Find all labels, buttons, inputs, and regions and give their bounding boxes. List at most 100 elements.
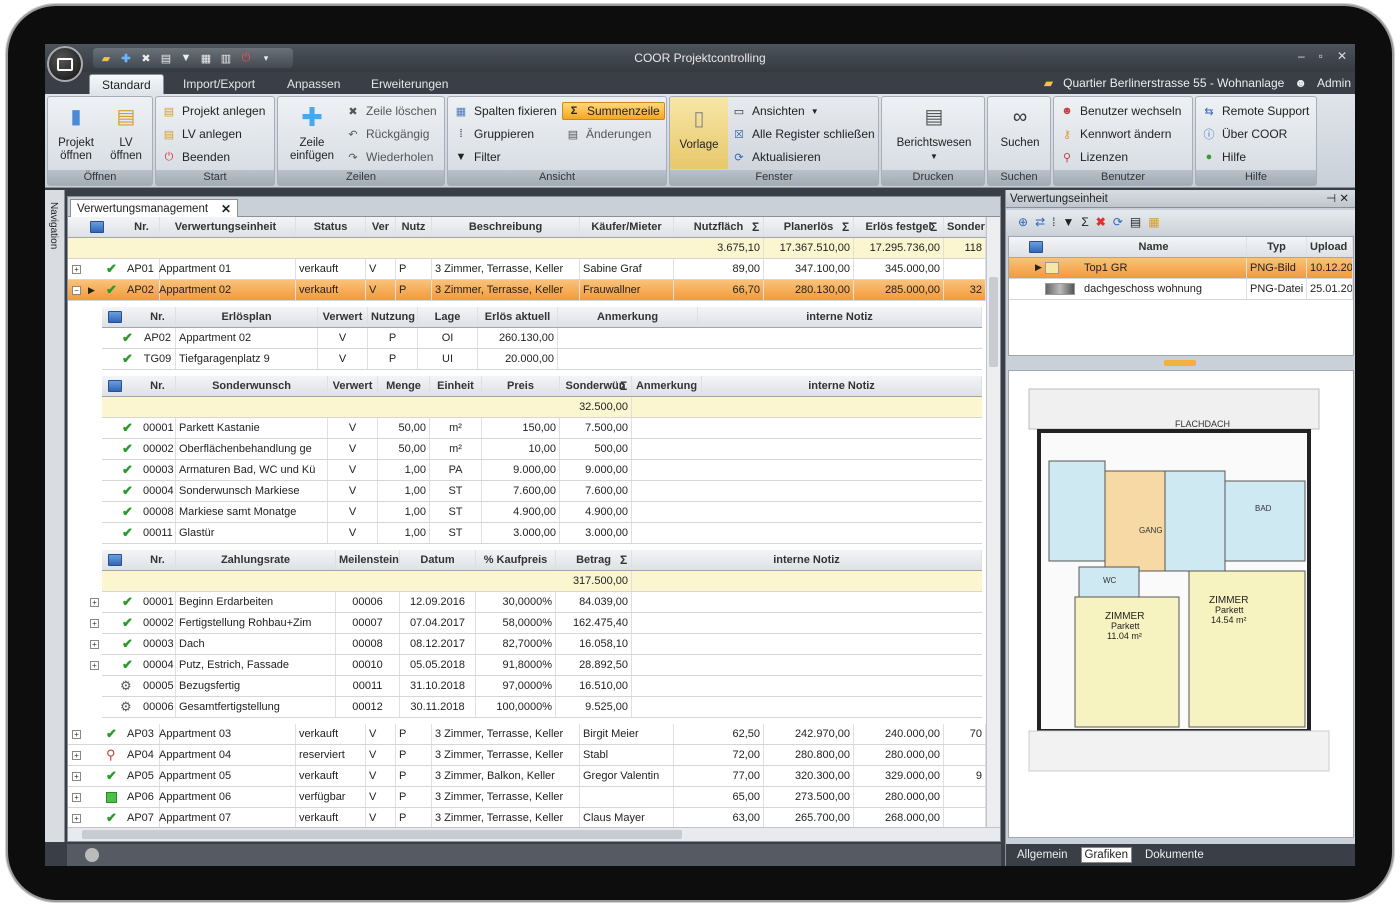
expand-icon[interactable]: + (72, 793, 81, 802)
file-row[interactable]: dachgeschoss wohnung PNG-Datei 25.01.20 (1009, 279, 1353, 300)
table-row[interactable]: ✔ 00002 Oberflächenbehandlung ge V 50,00 m² 10… (102, 439, 982, 460)
label: Aktualisieren (752, 150, 821, 164)
tab-allgemein[interactable]: Allgemein (1014, 848, 1071, 862)
table-row[interactable]: ✔ 00008 Markiese samt Monatge V 1,00 ST 4.900,… (102, 502, 982, 523)
close-icon[interactable]: ✕ (1337, 49, 1347, 63)
grid-menu-icon[interactable] (90, 221, 104, 233)
filter-icon[interactable]: ▼ (1062, 215, 1074, 229)
table-row[interactable]: − ▶ AP02 Appartment 02 verkauft V P 3 Zimmer, T… (68, 280, 986, 301)
berichtswesen-button[interactable]: ▤ Berichtswesen ▼ (886, 101, 982, 163)
grid-menu-icon[interactable] (108, 380, 122, 392)
col-name[interactable]: Name (1061, 237, 1247, 257)
sigma-icon[interactable]: Σ (1081, 215, 1088, 229)
table-row[interactable]: + AP03 Appartment 03 verkauft V P 3 Zimmer, Te… (68, 724, 986, 745)
table-row[interactable]: + ✔ 00003 Dach 00008 08.12.2017 82,7000% 16.058… (90, 634, 982, 655)
table-row[interactable]: + AP06 Appartment 06 verfügbar V P 3 Zimmer, T… (68, 787, 986, 808)
wiederholen-button[interactable]: ↷ Wiederholen (346, 148, 433, 166)
table-row[interactable]: + AP01 Appartment 01 verkauft V P 3 Zimmer, Te… (68, 259, 986, 280)
splitter-handle[interactable] (1164, 360, 1196, 366)
tab-erweiterungen[interactable]: Erweiterungen (359, 74, 460, 94)
collapse-icon[interactable]: − (72, 286, 81, 295)
table-row[interactable]: ⚙ 00005 Bezugsfertig 00011 31.10.2018 97,0000… (102, 676, 982, 697)
tab-anpassen[interactable]: Anpassen (275, 74, 352, 94)
check-icon: ✔ (106, 261, 117, 276)
projekt-oeffnen-button[interactable]: ▮ Projekt öffnen (52, 101, 100, 163)
scroll-thumb[interactable] (82, 830, 682, 839)
expand-icon[interactable]: + (72, 772, 81, 781)
maximize-icon[interactable]: ▫ (1319, 49, 1323, 63)
zeile-loeschen-button[interactable]: ✖ Zeile löschen (346, 102, 436, 120)
table-row[interactable]: ✔ 00004 Sonderwunsch Markiese V 1,00 ST 7.600,… (102, 481, 982, 502)
pin-close-icons[interactable]: ⊣ ✕ (1326, 190, 1349, 208)
kennwort-aendern-button[interactable]: ⚷ Kennwort ändern (1060, 125, 1171, 143)
lizenzen-button[interactable]: ⚲ Lizenzen (1060, 148, 1128, 166)
zeile-einfuegen-button[interactable]: ✚ Zeile einfügen (282, 101, 342, 163)
minimize-icon[interactable]: – (1298, 49, 1305, 63)
table-row[interactable]: ✔ 00003 Armaturen Bad, WC und Kü V 1,00 PA 9.0… (102, 460, 982, 481)
table-row[interactable]: + AP07 Appartment 07 verkauft V P 3 Zimmer, Te… (68, 808, 986, 827)
tab-dokumente[interactable]: Dokumente (1142, 848, 1207, 862)
navigation-strip[interactable]: Navigation (45, 190, 65, 842)
filter-button[interactable]: ▼ Filter (454, 148, 501, 166)
summenzeile-button[interactable]: Σ Summenzeile (562, 102, 665, 120)
suchen-button[interactable]: ∞ Suchen (990, 101, 1050, 150)
beenden-button[interactable]: ⏻ Beenden (162, 148, 230, 166)
expand-icon[interactable]: + (72, 730, 81, 739)
lv-oeffnen-button[interactable]: ▤ LV öffnen (102, 101, 150, 163)
scroll-thumb[interactable] (989, 277, 998, 367)
export-icon[interactable]: ▤ (1130, 215, 1141, 229)
expand-icon[interactable]: + (72, 751, 81, 760)
cell: V (318, 349, 368, 369)
delete-icon[interactable]: ✖ (1096, 215, 1106, 229)
table-row[interactable]: + ✔ 00004 Putz, Estrich, Fassade 00010 05.05.… (90, 655, 982, 676)
table-row[interactable]: + AP04 Appartment 04 reserviert V P 3 Zimmer, … (68, 745, 986, 766)
expand-icon[interactable]: + (72, 814, 81, 823)
expand-icon[interactable]: + (90, 661, 99, 670)
link-icon[interactable]: ⇄ (1035, 215, 1045, 229)
table-row[interactable]: ✔ AP02 Appartment 02 V P OI 260.130,00 (102, 328, 982, 349)
expand-icon[interactable]: + (90, 619, 99, 628)
remote-support-button[interactable]: ⇆ Remote Support (1202, 102, 1309, 120)
ansichten-button[interactable]: ▭ Ansichten ▼ (732, 102, 819, 120)
vorlage-button[interactable]: ▯ Vorlage (670, 97, 728, 169)
gruppieren-button[interactable]: ⁞ Gruppieren (454, 125, 534, 143)
lv-anlegen-button[interactable]: ▤ LV anlegen (162, 125, 242, 143)
tab-import-export[interactable]: Import/Export (171, 74, 267, 94)
table-row[interactable]: ✔ 00001 Parkett Kastanie V 50,00 m² 150,00 7.50… (102, 418, 982, 439)
benutzer-wechseln-button[interactable]: ☻ Benutzer wechseln (1060, 102, 1181, 120)
tab-standard[interactable]: Standard (89, 74, 164, 94)
tab-verwertungsmanagement[interactable]: Verwertungsmanagement ✕ (70, 199, 238, 218)
rueckgaengig-button[interactable]: ↶ Rückgängig (346, 125, 429, 143)
expand-icon[interactable]: + (90, 640, 99, 649)
file-row[interactable]: ▶ Top1 GR PNG-Bild 10.12.20 (1009, 258, 1353, 279)
columns-icon[interactable]: ⁞ (1052, 215, 1055, 229)
tab-grafiken[interactable]: Grafiken (1080, 847, 1132, 863)
horizontal-scrollbar[interactable] (68, 827, 1000, 841)
ueber-coor-button[interactable]: ⓘ Über COOR (1202, 125, 1288, 143)
col-typ[interactable]: Typ (1247, 237, 1307, 257)
projekt-anlegen-button[interactable]: ▤ Projekt anlegen (162, 102, 266, 120)
register-schliessen-button[interactable]: ☒ Alle Register schließen (732, 125, 875, 143)
close-tab-icon[interactable]: ✕ (221, 200, 231, 218)
vertical-scrollbar[interactable] (986, 217, 1000, 827)
table-row[interactable]: + ✔ 00002 Fertigstellung Rohbau+Zim 00007 07.… (90, 613, 982, 634)
table-row[interactable]: ⚙ 00006 Gesamtfertigstellung 00012 30.11.201… (102, 697, 982, 718)
grid-menu-icon[interactable] (1029, 241, 1043, 253)
expand-icon[interactable]: + (90, 598, 99, 607)
table-row[interactable]: ✔ 00011 Glastür V 1,00 ST 3.000,00 3.000,00 (102, 523, 982, 544)
table-row[interactable]: + AP05 Appartment 05 verkauft V P 3 Zimmer, Ba… (68, 766, 986, 787)
grid-menu-icon[interactable] (108, 554, 122, 566)
add-file-icon[interactable]: ⊕ (1018, 215, 1028, 229)
col-upload[interactable]: Upload (1307, 237, 1353, 257)
grid-menu-icon[interactable] (108, 311, 122, 323)
edit-icon[interactable]: ▦ (1148, 215, 1159, 229)
refresh-icon[interactable]: ⟳ (1113, 215, 1123, 229)
app-menu-button[interactable] (47, 46, 83, 82)
table-row[interactable]: ✔ TG09 Tiefgaragenplatz 9 V P UI 20.000,00 (102, 349, 982, 370)
aenderungen-button[interactable]: ▤ Änderungen (566, 125, 652, 143)
table-row[interactable]: + ✔ 00001 Beginn Erdarbeiten 00006 12.09.2016… (90, 592, 982, 613)
expand-icon[interactable]: + (72, 265, 81, 274)
hilfe-button[interactable]: ● Hilfe (1202, 148, 1246, 166)
aktualisieren-button[interactable]: ⟳ Aktualisieren (732, 148, 821, 166)
spalten-fixieren-button[interactable]: ▦ Spalten fixieren (454, 102, 557, 120)
